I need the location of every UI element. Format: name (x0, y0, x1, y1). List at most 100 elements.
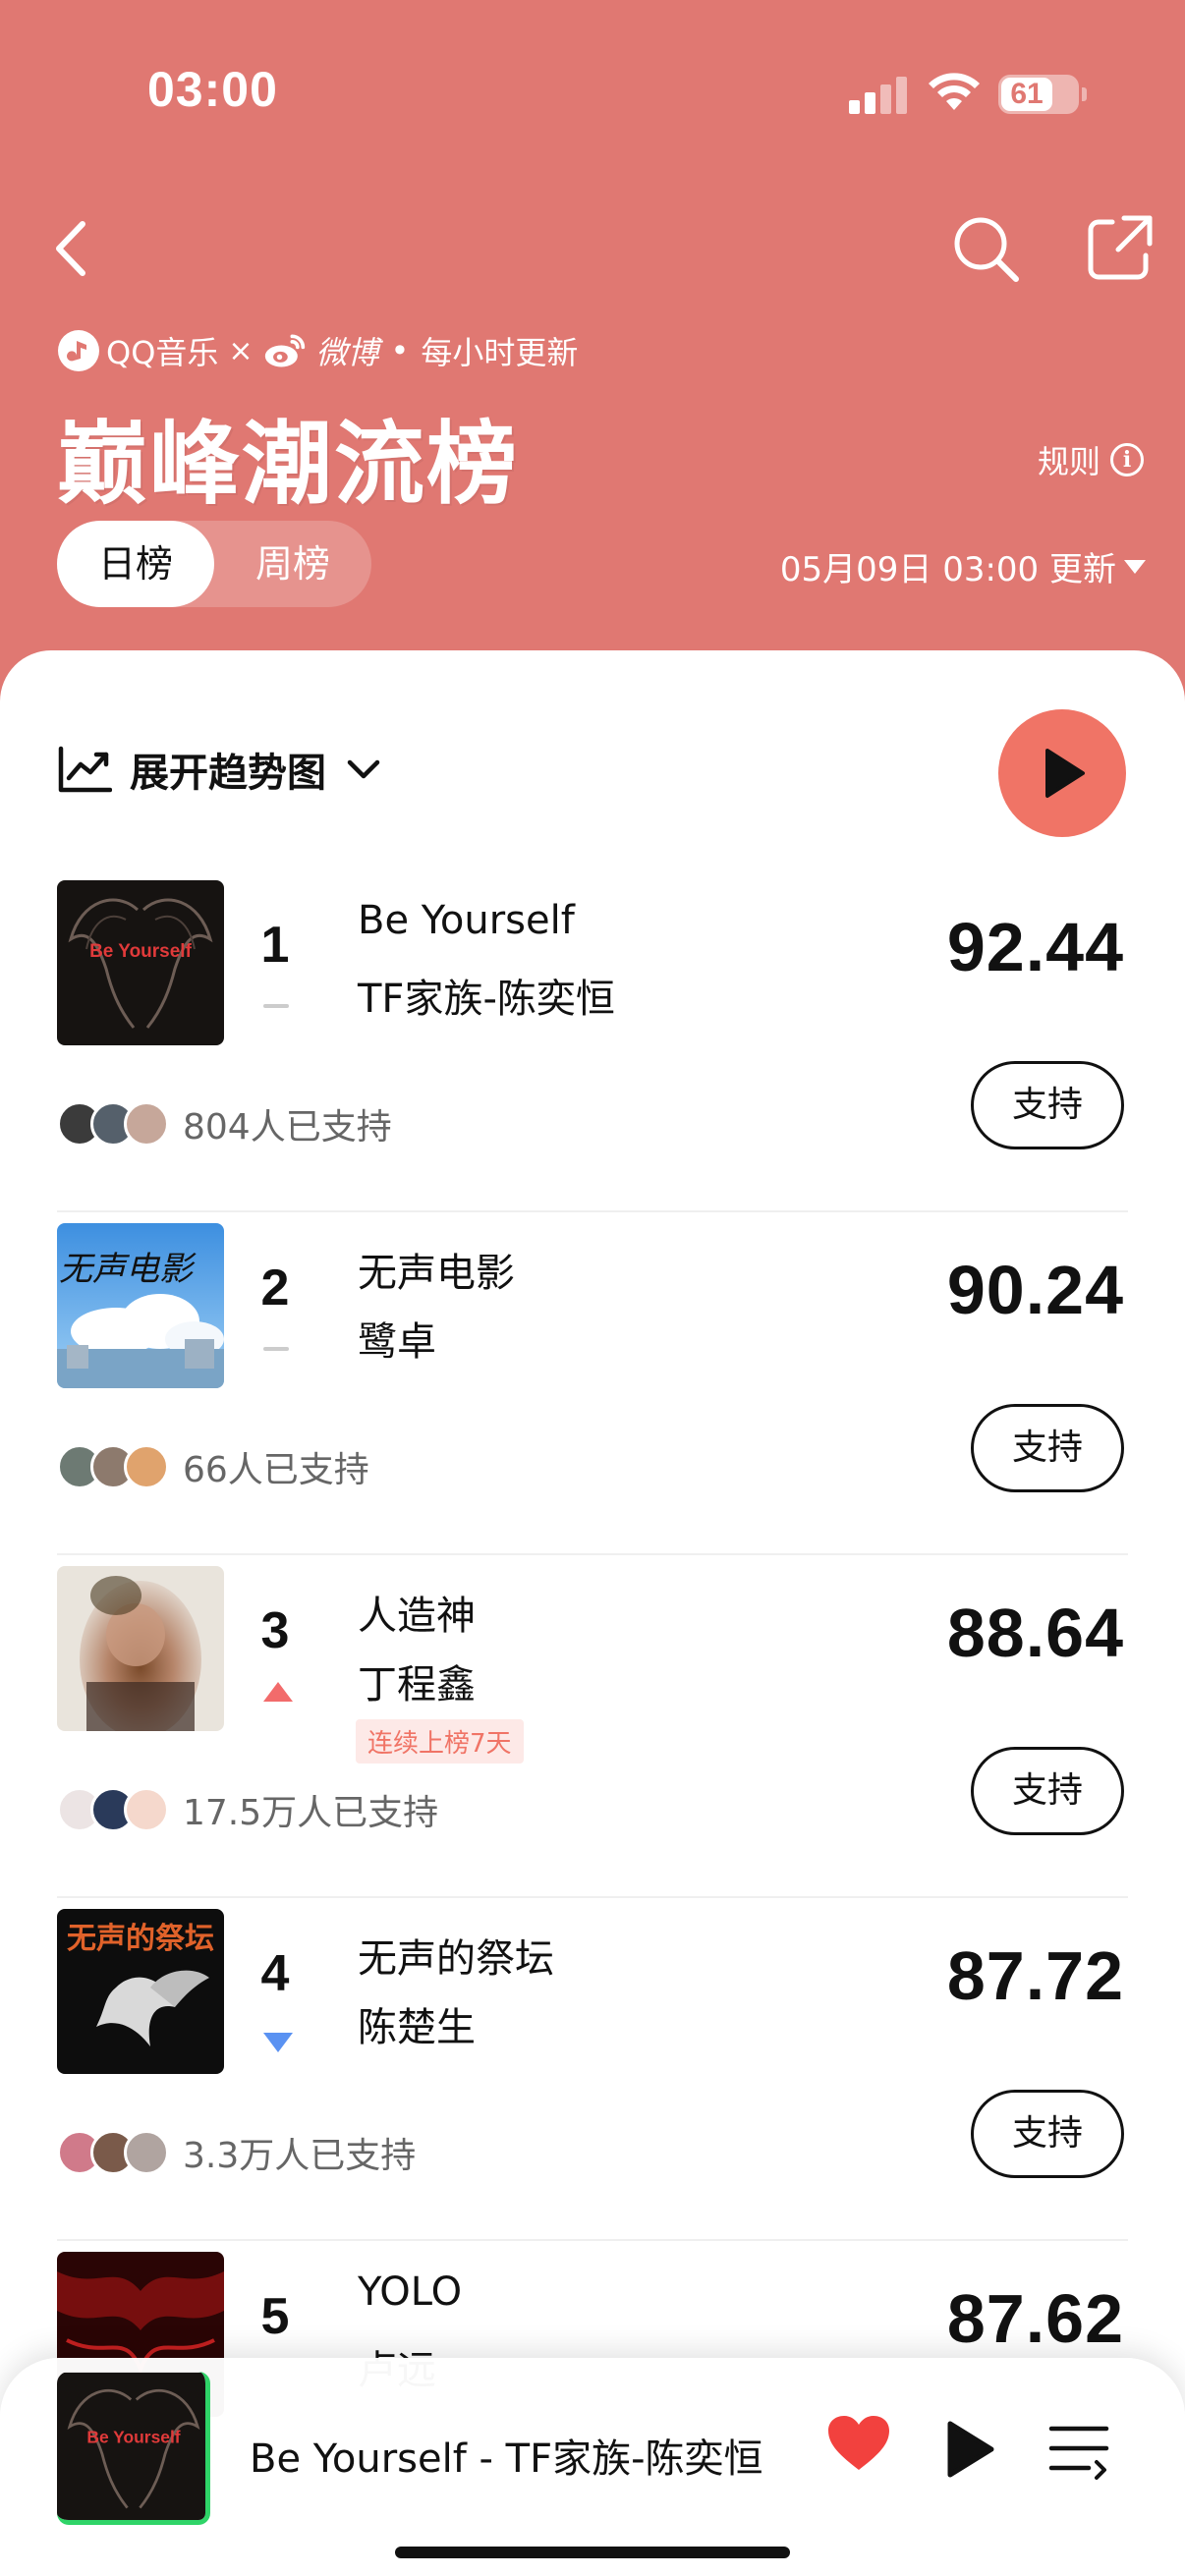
song-title: 人造神 (358, 1594, 476, 1639)
back-arrow-icon[interactable] (51, 218, 90, 279)
song-title: 无声电影 (358, 1251, 515, 1296)
rank-number: 2 (260, 1260, 290, 1316)
artist-name: TF家族-陈奕恒 (358, 977, 615, 1022)
score: 88.64 (946, 1595, 1124, 1671)
supporters-row: 3.3万人已支持 (57, 2127, 416, 2178)
rules-link[interactable]: 规则 i (1038, 437, 1144, 482)
cover-text: 无声的祭坛 (67, 1922, 214, 1956)
status-bar: 03:00 61 (0, 0, 1185, 187)
tab-daily[interactable]: 日榜 (57, 521, 214, 607)
avatar (124, 1444, 169, 1489)
brand-row: QQ音乐 × 微博 • 每小时更新 (57, 326, 578, 375)
song-title: YOLO (358, 2269, 463, 2315)
song-title: Be Yourself (358, 898, 575, 943)
search-icon[interactable] (951, 214, 1022, 285)
supporters-count: 17.5万人已支持 (183, 1793, 439, 1833)
cover-text: Be Yourself (89, 941, 193, 962)
rank-up-icon (263, 1682, 293, 1702)
chevron-down-icon (347, 759, 380, 779)
cellular-signal-icon (849, 75, 908, 114)
trend-chart-label: 展开趋势图 (130, 751, 326, 796)
divider (57, 1553, 1128, 1555)
wifi-icon (929, 73, 980, 110)
qq-music-logo-icon (58, 330, 99, 371)
now-playing-cover[interactable]: Be Yourself (57, 2372, 210, 2525)
caret-down-icon (1124, 559, 1146, 574)
support-button[interactable]: 支持 (971, 2090, 1124, 2178)
weibo-logo-icon (264, 334, 305, 367)
song-title: 无声的祭坛 (358, 1936, 554, 1982)
trend-chart-toggle[interactable]: 展开趋势图 (57, 741, 399, 798)
supporters-row: 804人已支持 (57, 1098, 392, 1149)
rank-number: 4 (260, 1945, 290, 2002)
chart-list-card: 展开趋势图 Be Yourself 1 Be Yourself TF家族-陈奕恒… (0, 650, 1185, 2576)
album-cover[interactable] (57, 1566, 224, 1731)
supporters-count: 3.3万人已支持 (183, 2136, 417, 2176)
artist-name: 鹭卓 (358, 1319, 436, 1365)
album-cover[interactable]: 无声的祭坛 (57, 1909, 224, 2074)
supporter-avatars (57, 2130, 169, 2175)
cover-text: 无声电影 (59, 1250, 197, 1289)
status-time: 03:00 (147, 62, 278, 117)
supporters-row: 17.5万人已支持 (57, 1784, 438, 1835)
qq-music-label: QQ音乐 (106, 334, 219, 371)
weibo-label: 微博 (315, 334, 379, 371)
update-frequency: 每小时更新 (421, 334, 579, 371)
collab-times: × (228, 333, 254, 368)
rank-unchanged-icon (263, 1004, 289, 1008)
cover-text: Be Yourself (86, 2427, 180, 2446)
rank-unchanged-icon (263, 1347, 289, 1351)
supporters-row: 66人已支持 (57, 1441, 369, 1492)
supporters-count: 66人已支持 (183, 1450, 369, 1490)
score: 92.44 (946, 909, 1124, 985)
play-icon[interactable] (945, 2419, 996, 2480)
support-button[interactable]: 支持 (971, 1061, 1124, 1149)
trend-chart-icon (58, 746, 112, 793)
separator-dot: • (390, 332, 410, 369)
score: 90.24 (946, 1252, 1124, 1328)
battery-level: 61 (1010, 78, 1044, 110)
artist-name: 丁程鑫 (358, 1662, 476, 1708)
rank-down-icon (263, 2033, 293, 2052)
artist-name: 陈楚生 (358, 2005, 476, 2050)
chart-item-1[interactable]: Be Yourself 1 Be Yourself TF家族-陈奕恒 92.44… (0, 880, 1185, 1223)
update-time-selector[interactable]: 05月09日 03:00 更新 (780, 542, 1146, 590)
streak-badge: 连续上榜7天 (356, 1719, 524, 1764)
chart-period-tabs: 日榜 周榜 (57, 521, 371, 607)
divider (57, 1210, 1128, 1212)
score: 87.72 (946, 1937, 1124, 2014)
rank-number: 1 (260, 917, 290, 974)
album-cover[interactable]: Be Yourself (57, 880, 224, 1045)
playlist-icon[interactable] (1047, 2421, 1110, 2480)
page-title: 巅峰潮流榜 (57, 412, 520, 517)
rank-number: 3 (260, 1602, 290, 1659)
supporter-avatars (57, 1787, 169, 1832)
divider (57, 1896, 1128, 1898)
play-all-button[interactable] (998, 709, 1126, 837)
now-playing-title: Be Yourself - TF家族-陈奕恒 (250, 2436, 763, 2482)
avatar (124, 2130, 169, 2175)
mini-player[interactable]: Be Yourself Be Yourself - TF家族-陈奕恒 (0, 2358, 1185, 2576)
rules-label: 规则 (1037, 443, 1100, 480)
battery-icon: 61 (998, 75, 1087, 114)
home-indicator[interactable] (395, 2547, 790, 2558)
chart-item-4[interactable]: 无声的祭坛 4 无声的祭坛 陈楚生 87.72 3.3万人已支持 支持 (0, 1909, 1185, 2252)
info-icon: i (1110, 443, 1144, 476)
supporter-avatars (57, 1444, 169, 1489)
score: 87.62 (946, 2280, 1124, 2357)
rank-number: 5 (260, 2288, 290, 2345)
support-button[interactable]: 支持 (971, 1747, 1124, 1835)
tab-weekly[interactable]: 周榜 (214, 521, 371, 607)
chart-item-3[interactable]: 3 人造神 丁程鑫 连续上榜7天 88.64 17.5万人已支持 支持 (0, 1566, 1185, 1909)
avatar (124, 1101, 169, 1147)
play-icon (1045, 749, 1085, 798)
album-cover[interactable]: 无声电影 (57, 1223, 224, 1388)
supporter-avatars (57, 1101, 169, 1147)
support-button[interactable]: 支持 (971, 1404, 1124, 1492)
supporters-count: 804人已支持 (183, 1107, 392, 1148)
heart-icon[interactable] (825, 2413, 892, 2474)
chart-item-2[interactable]: 无声电影 2 无声电影 鹭卓 90.24 66人已支持 支持 (0, 1223, 1185, 1566)
update-time: 05月09日 03:00 更新 (779, 550, 1116, 589)
share-icon[interactable] (1085, 212, 1156, 283)
divider (57, 2239, 1128, 2241)
